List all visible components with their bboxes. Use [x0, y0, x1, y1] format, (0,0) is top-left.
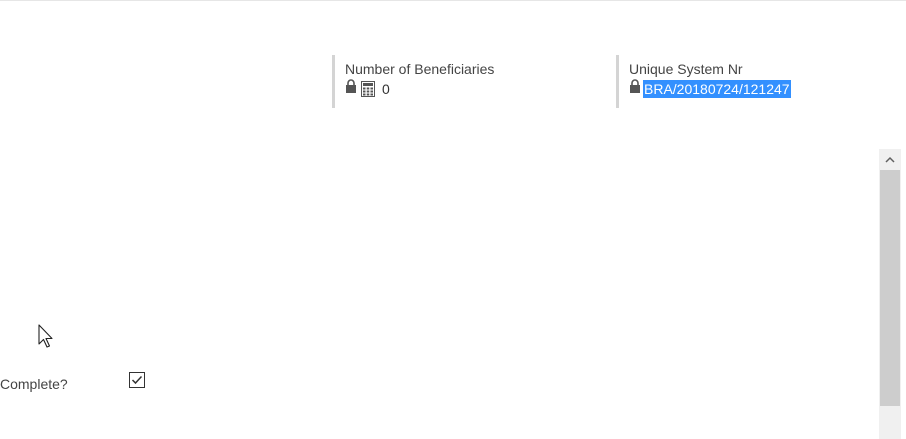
beneficiaries-value: 0 — [382, 81, 390, 97]
calculator-icon — [361, 81, 375, 97]
field-unique-system-nr: Unique System Nr BRA/20180724/121247 — [616, 55, 876, 108]
complete-label: Complete? — [0, 376, 68, 392]
complete-checkbox[interactable] — [129, 372, 145, 388]
lock-icon — [345, 78, 357, 94]
unique-system-nr-value[interactable]: BRA/20180724/121247 — [643, 80, 791, 98]
scroll-thumb[interactable] — [880, 170, 900, 406]
field-label: Number of Beneficiaries — [345, 61, 495, 77]
field-label: Unique System Nr — [629, 61, 743, 77]
field-value-row: BRA/20180724/121247 — [629, 78, 876, 99]
field-number-of-beneficiaries: Number of Beneficiaries 0 — [332, 55, 602, 108]
vertical-scrollbar[interactable] — [879, 149, 901, 439]
field-value-row: 0 — [345, 78, 602, 99]
lock-icon — [629, 78, 641, 94]
header-divider — [0, 0, 906, 1]
scroll-up-button[interactable] — [879, 149, 901, 169]
mouse-cursor-icon — [38, 324, 55, 349]
chevron-up-icon — [885, 150, 895, 168]
